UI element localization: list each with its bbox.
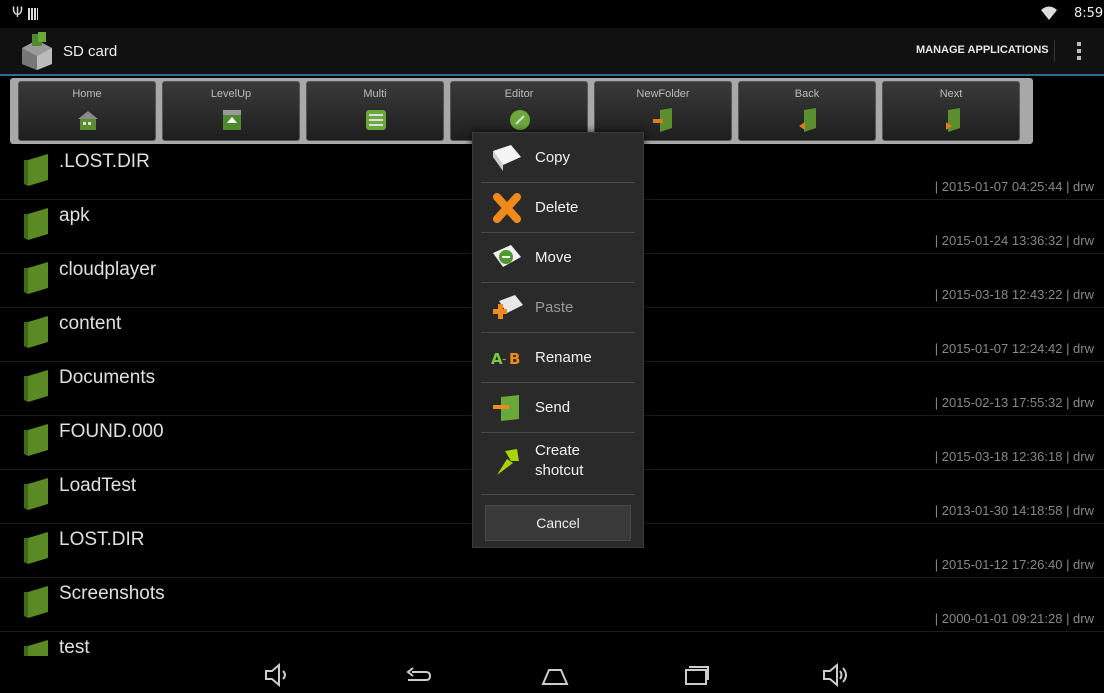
menu-item-label: Delete xyxy=(535,199,579,216)
volume-up-icon[interactable] xyxy=(820,662,850,688)
next-button[interactable]: Next xyxy=(882,81,1020,141)
folder-icon xyxy=(24,478,48,510)
back-button-label: Back xyxy=(794,88,820,100)
menu-item-paste[interactable]: Paste xyxy=(481,283,635,333)
new-folder-icon xyxy=(653,108,672,132)
wifi-icon xyxy=(1041,6,1057,20)
move-icon xyxy=(493,245,521,267)
action-bar-divider xyxy=(1054,40,1055,62)
file-name: apk xyxy=(59,205,90,226)
file-meta: | 2015-01-24 13:36:32 | drw xyxy=(934,233,1094,248)
editor-button-label: Editor xyxy=(504,88,534,100)
folder-icon xyxy=(24,316,48,348)
next-button-label: Next xyxy=(939,88,963,100)
manage-applications-button[interactable]: MANAGE APPLICATIONS xyxy=(916,44,1049,56)
overflow-menu-icon[interactable] xyxy=(1077,42,1081,60)
context-menu: Copy Delete Move Paste A - B Rename Send xyxy=(472,132,644,548)
status-bar: Ψ 8:59 xyxy=(0,0,1104,28)
home-button[interactable]: Home xyxy=(18,81,156,141)
file-meta: | 2015-01-07 12:24:42 | drw xyxy=(934,341,1094,356)
clock: 8:59 xyxy=(1074,6,1104,21)
file-name: Documents xyxy=(59,367,156,388)
file-meta: | 2013-01-30 14:18:58 | drw xyxy=(934,503,1094,518)
file-name: test xyxy=(59,637,90,656)
sim-icon xyxy=(28,8,38,20)
back-nav-icon[interactable] xyxy=(402,662,432,688)
folder-icon xyxy=(24,262,48,294)
level-up-button[interactable]: LevelUp xyxy=(162,81,300,141)
paste-icon xyxy=(493,295,523,319)
folder-icon xyxy=(24,208,48,240)
menu-item-label: Create shotcut xyxy=(535,442,584,479)
navigation-bar xyxy=(0,656,1104,693)
new-folder-button-label: NewFolder xyxy=(636,88,690,100)
menu-item-copy[interactable]: Copy xyxy=(481,133,635,183)
home-nav-icon[interactable] xyxy=(540,662,570,688)
folder-icon xyxy=(24,154,48,186)
file-meta: | 2000-01-01 09:21:28 | drw xyxy=(934,611,1094,626)
sd-card-app-icon[interactable] xyxy=(18,30,56,70)
file-name: FOUND.000 xyxy=(59,421,164,442)
action-bar-divider-accent xyxy=(0,74,1104,76)
menu-item-move[interactable]: Move xyxy=(481,233,635,283)
delete-icon xyxy=(493,193,521,223)
file-meta: | 2015-01-12 17:26:40 | drw xyxy=(934,557,1094,572)
file-name: .LOST.DIR xyxy=(59,151,150,172)
file-meta: | 2015-01-07 04:25:44 | drw xyxy=(934,179,1094,194)
multi-select-icon xyxy=(366,110,386,130)
menu-item-label: Rename xyxy=(535,349,592,366)
level-up-button-label: LevelUp xyxy=(210,88,252,100)
svg-text:-: - xyxy=(502,352,506,366)
multi-button-label: Multi xyxy=(363,88,387,100)
send-icon xyxy=(493,395,519,421)
multi-button[interactable]: Multi xyxy=(306,81,444,141)
copy-icon xyxy=(493,145,521,171)
folder-icon xyxy=(24,370,48,402)
menu-item-send[interactable]: Send xyxy=(481,383,635,433)
usb-icon: Ψ xyxy=(12,5,24,21)
menu-item-label: Paste xyxy=(535,299,574,316)
home-button-label: Home xyxy=(72,88,102,100)
menu-item-label: Copy xyxy=(535,149,571,166)
file-name: LoadTest xyxy=(59,475,137,496)
volume-down-icon[interactable] xyxy=(262,662,292,688)
file-name: LOST.DIR xyxy=(59,529,145,550)
menu-item-label: Move xyxy=(535,249,572,266)
list-item[interactable]: test xyxy=(0,632,1104,656)
home-icon xyxy=(78,111,98,130)
file-meta: | 2015-02-13 17:55:32 | drw xyxy=(934,395,1094,410)
rename-icon: A - B xyxy=(491,350,520,368)
menu-item-rename[interactable]: A - B Rename xyxy=(481,333,635,383)
editor-icon xyxy=(510,110,530,130)
next-icon xyxy=(946,108,960,132)
folder-icon xyxy=(24,424,48,456)
folder-icon xyxy=(24,640,48,656)
file-name: content xyxy=(59,313,122,334)
shortcut-pin-icon xyxy=(497,449,519,475)
svg-text:B: B xyxy=(509,350,520,368)
back-button[interactable]: Back xyxy=(738,81,876,141)
menu-item-create-shortcut[interactable]: Create shotcut xyxy=(481,433,635,495)
action-bar: SD card MANAGE APPLICATIONS xyxy=(0,28,1104,74)
file-meta: | 2015-03-18 12:36:18 | drw xyxy=(934,449,1094,464)
recent-apps-icon[interactable] xyxy=(680,662,710,688)
level-up-icon xyxy=(223,110,241,130)
page-title: SD card xyxy=(63,43,118,60)
file-meta: | 2015-03-18 12:43:22 | drw xyxy=(934,287,1094,302)
folder-icon xyxy=(24,586,48,618)
list-item[interactable]: Screenshots | 2000-01-01 09:21:28 | drw xyxy=(0,578,1104,632)
cancel-button[interactable]: Cancel xyxy=(485,505,631,541)
file-name: Screenshots xyxy=(59,583,165,604)
menu-item-label: Send xyxy=(535,399,571,416)
back-icon xyxy=(799,108,816,132)
file-name: cloudplayer xyxy=(59,259,157,280)
folder-icon xyxy=(24,532,48,564)
menu-item-delete[interactable]: Delete xyxy=(481,183,635,233)
